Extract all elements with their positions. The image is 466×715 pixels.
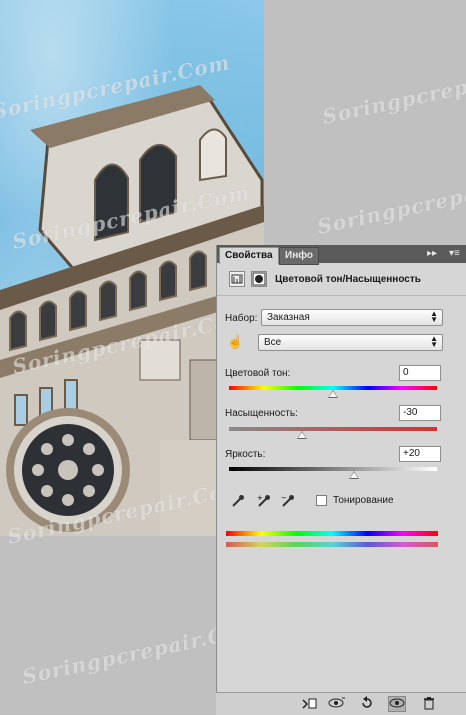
preset-select[interactable]: Заказная ▲ ▼: [261, 309, 443, 326]
lightness-slider-thumb[interactable]: [349, 471, 359, 479]
divider: [217, 295, 466, 296]
lightness-input[interactable]: +20: [399, 446, 441, 462]
preset-label: Набор:: [225, 313, 258, 324]
saturation-label: Насыщенность:: [225, 408, 298, 419]
channel-select[interactable]: Все ▲ ▼: [258, 334, 443, 351]
lightness-slider-track[interactable]: [229, 467, 437, 471]
colorize-label: Тонирование: [333, 495, 394, 506]
panel-tabbar: Свойства Инфо ▸▸ ▾≡: [217, 245, 466, 265]
watermark-text: Soringpcrepair.Com: [315, 165, 466, 239]
hue-label: Цветовой тон:: [225, 368, 291, 379]
targeted-adjustment-hand-icon[interactable]: ☝: [227, 334, 243, 350]
layer-mask-icon[interactable]: [251, 271, 267, 287]
properties-panel: Свойства Инфо ▸▸ ▾≡ Цветовой тон/Насыщен…: [216, 245, 466, 714]
tab-info[interactable]: Инфо: [279, 247, 319, 265]
saturation-slider-track[interactable]: [229, 427, 437, 431]
eyedropper-plus-icon[interactable]: +: [257, 494, 271, 508]
select-arrows-icon: ▲ ▼: [430, 334, 438, 349]
lightness-label: Яркость:: [225, 449, 266, 460]
panel-footer: [216, 692, 466, 715]
clip-to-layer-icon[interactable]: [300, 696, 318, 712]
svg-text:+: +: [257, 494, 263, 502]
saturation-input[interactable]: -30: [399, 405, 441, 421]
adjustment-header: Цветовой тон/Насыщенность: [223, 269, 461, 291]
select-arrows-icon: ▲ ▼: [430, 309, 438, 324]
hue-slider-thumb[interactable]: [328, 390, 338, 398]
hue-input[interactable]: 0: [399, 365, 441, 381]
source-color-bar: [226, 531, 438, 536]
panel-menu-icon[interactable]: ▾≡: [449, 248, 460, 259]
adjustment-layer-icon[interactable]: [229, 271, 245, 287]
eyedropper-icon[interactable]: [231, 494, 245, 508]
result-color-bar: [226, 542, 438, 547]
collapse-panel-icon[interactable]: ▸▸: [427, 248, 437, 259]
trash-icon[interactable]: [420, 696, 438, 712]
view-previous-state-icon[interactable]: [328, 696, 346, 712]
saturation-slider-thumb[interactable]: [297, 431, 307, 439]
adjustment-title: Цветовой тон/Насыщенность: [275, 274, 421, 285]
reset-icon[interactable]: [358, 696, 376, 712]
preset-select-value: Заказная: [267, 312, 310, 323]
svg-text:−: −: [281, 494, 287, 502]
colorize-checkbox[interactable]: [316, 495, 327, 506]
toggle-visibility-icon[interactable]: [388, 696, 406, 712]
watermark-text: Soringpcrepair.Com: [320, 55, 466, 129]
channel-select-value: Все: [264, 337, 282, 348]
eyedropper-minus-icon[interactable]: −: [281, 494, 295, 508]
tab-properties[interactable]: Свойства: [219, 247, 279, 264]
